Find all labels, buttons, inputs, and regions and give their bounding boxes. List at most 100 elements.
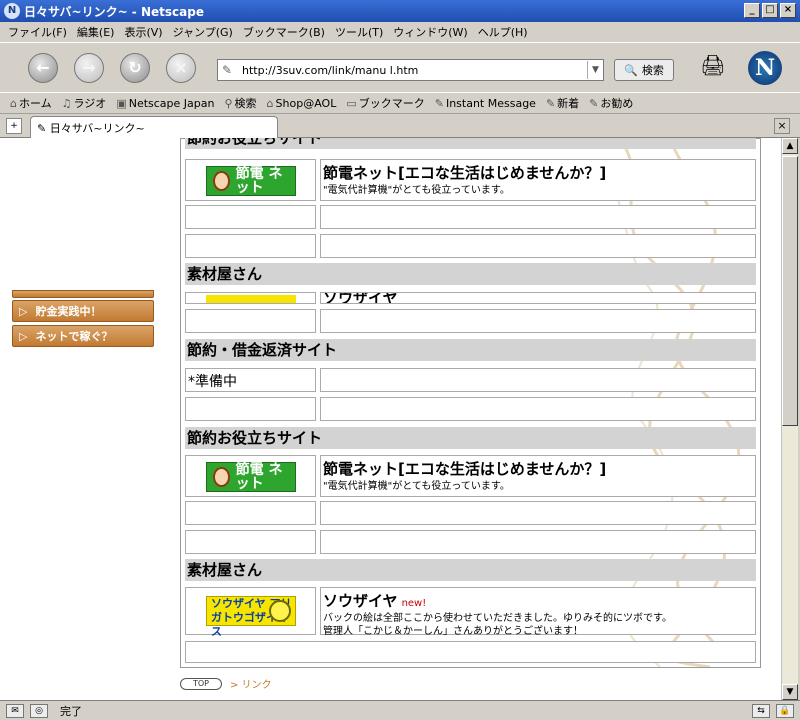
- vertical-scrollbar[interactable]: ▲ ▼: [781, 138, 798, 700]
- side-menu-cut-item[interactable]: [12, 290, 154, 298]
- empty-cell: [320, 368, 756, 392]
- scroll-up-arrow-icon[interactable]: ▲: [782, 138, 798, 154]
- scroll-down-arrow-icon[interactable]: ▼: [782, 684, 798, 700]
- scroll-thumb[interactable]: [782, 156, 798, 426]
- netscape-icon: N: [4, 3, 20, 19]
- souzaiya-partial-info-cell: ソウザイヤ: [320, 292, 756, 304]
- new-badge: new!: [401, 598, 427, 609]
- triangle-icon: ▷: [19, 329, 28, 343]
- forward-button[interactable]: →: [74, 53, 104, 83]
- souzaiya-banner-link[interactable]: ソウザイヤ アリガトウゴザイマス: [206, 596, 296, 638]
- stop-button[interactable]: ×: [166, 53, 196, 83]
- personal-toolbar: ⌂ ホーム ♫ ラジオ ▣ Netscape Japan ⚲ 検索 ⌂ Shop@AOL …: [0, 92, 800, 114]
- souzaiya-partial-title[interactable]: ソウザイヤ: [323, 293, 398, 303]
- link-icon: ✎: [545, 97, 556, 110]
- tab-bar: + ✎ 日々サバ~リンク~ ×: [0, 114, 800, 138]
- setsuden-info-cell: 節電ネット[エコな生活はじめませんか？] "電気代計算機"がとても役立っています…: [320, 159, 756, 201]
- menu-bookmarks[interactable]: ブックマーク(B): [243, 24, 325, 40]
- setsuden-link-title[interactable]: 節電ネット[エコな生活はじめませんか？]: [323, 458, 606, 479]
- status-bar: ✉ ◎ 完了 ⇆ 🔒: [0, 700, 800, 720]
- tab-page-icon: ✎: [37, 122, 50, 135]
- status-right-icons: ⇆ 🔒: [752, 703, 794, 718]
- search-button-label: 検索: [641, 64, 664, 77]
- setsuden-banner-link[interactable]: 節電 ネット: [206, 462, 296, 492]
- link-icon: ✎: [434, 96, 444, 110]
- souzaiya-link-title[interactable]: ソウザイヤ new!: [323, 590, 426, 611]
- souzaiya-partial-banner-cell: [185, 292, 316, 304]
- title-bar: N 日々サバ~リンク~ - Netscape _ □ ×: [0, 0, 800, 22]
- setsuden-banner-link[interactable]: 節電 ネット: [206, 166, 296, 196]
- empty-cell: [320, 309, 756, 333]
- menu-tools[interactable]: ツール(T): [335, 24, 383, 40]
- url-text[interactable]: http://3suv.com/link/manu l.htm: [242, 64, 587, 77]
- souzaiya-info-cell: ソウザイヤ new! バックの絵は全部ここから使わせていただきました。ゆりみそ的に…: [320, 587, 756, 637]
- setsuden-banner-cell: 節電 ネット: [185, 455, 316, 497]
- print-icon[interactable]: 🖨: [697, 53, 729, 81]
- url-bar[interactable]: ✎ http://3suv.com/link/manu l.htm ▼: [217, 59, 604, 81]
- side-menu: ▷ 貯金実践中！ ▷ ネットで稼ぐ？: [12, 290, 154, 350]
- menu-view[interactable]: 表示(V): [124, 24, 162, 40]
- netscape-japan-bookmark[interactable]: ▣ Netscape Japan: [116, 97, 214, 110]
- instant-message-bookmark[interactable]: ✎ Instant Message: [435, 97, 536, 110]
- preparing-cell: *準備中: [185, 368, 316, 392]
- home-icon: ⌂: [10, 97, 17, 110]
- url-dropdown-icon[interactable]: ▼: [587, 61, 603, 79]
- setsuden-description: "電気代計算機"がとても役立っています。: [323, 481, 510, 492]
- menu-edit[interactable]: 編集(E): [77, 24, 115, 40]
- empty-cell: [185, 397, 316, 421]
- souzaiya-partial-banner[interactable]: [206, 295, 296, 303]
- setsuden-banner-cell: 節電 ネット: [185, 159, 316, 201]
- close-tab-button[interactable]: ×: [774, 118, 790, 134]
- side-menu-item-earn[interactable]: ▷ ネットで稼ぐ？: [12, 325, 154, 347]
- preparing-text: *準備中: [188, 374, 237, 390]
- home-bookmark[interactable]: ⌂ ホーム: [10, 95, 52, 111]
- empty-cell: [185, 530, 316, 554]
- search-button[interactable]: 🔍 検索: [614, 59, 674, 81]
- new-bookmark[interactable]: ✎ 新着: [546, 95, 579, 111]
- headphones-icon: ♫: [61, 97, 72, 110]
- setsuden-link-title[interactable]: 節電ネット[エコな生活はじめませんか？]: [323, 162, 606, 183]
- page-content: ▷ 貯金実践中！ ▷ ネットで稼ぐ？ 節約お役立ちサイト 節電 ネット 節電ネッ…: [0, 138, 781, 700]
- search-icon: 🔍: [624, 63, 638, 77]
- tab-current[interactable]: ✎ 日々サバ~リンク~: [30, 116, 278, 138]
- souzaiya-description: バックの絵は全部ここから使わせていただきました。ゆりみそ的にツボです。 管理人「こ…: [323, 613, 672, 637]
- menu-help[interactable]: ヘルプ(H): [478, 24, 528, 40]
- empty-cell: [320, 234, 756, 258]
- menu-window[interactable]: ウィンドウ(W): [393, 24, 467, 40]
- online-icon[interactable]: ◎: [30, 703, 48, 718]
- reload-button[interactable]: ↻: [120, 53, 150, 83]
- menu-file[interactable]: ファイル(F): [8, 24, 67, 40]
- recommend-bookmark[interactable]: ✎ お勧め: [589, 95, 633, 111]
- top-link[interactable]: TOP: [180, 677, 222, 690]
- lock-icon[interactable]: 🔒: [776, 703, 794, 718]
- my-icon: ▣: [116, 96, 127, 110]
- setsuden-description: "電気代計算機"がとても役立っています。: [323, 185, 510, 196]
- new-tab-icon[interactable]: +: [6, 118, 22, 134]
- bookmarks-folder[interactable]: ▭ ブックマーク: [346, 95, 424, 111]
- status-text: 完了: [60, 704, 82, 718]
- empty-cell: [185, 234, 316, 258]
- minimize-button[interactable]: _: [744, 3, 760, 18]
- menu-go[interactable]: ジャンプ(G): [173, 24, 233, 40]
- menu-bar: ファイル(F) 編集(E) 表示(V) ジャンプ(G) ブックマーク(B) ツー…: [0, 22, 800, 42]
- souzaiya-banner-cell: ソウザイヤ アリガトウゴザイマス: [185, 587, 316, 638]
- empty-row-cell: [185, 641, 756, 663]
- triangle-icon: ▷: [19, 304, 28, 318]
- maximize-button[interactable]: □: [762, 3, 778, 18]
- window-controls: _ □ ×: [744, 3, 796, 18]
- search-bookmark[interactable]: ⚲ 検索: [224, 95, 256, 111]
- section-header-useful: 節約お役立ちサイト: [185, 427, 756, 449]
- link-frame: 節約お役立ちサイト 節電 ネット 節電ネット[エコな生活はじめませんか？] "電…: [180, 138, 761, 668]
- empty-cell: [320, 205, 756, 229]
- shop-aol-bookmark[interactable]: ⌂ Shop@AOL: [267, 97, 337, 110]
- radio-bookmark[interactable]: ♫ ラジオ: [62, 95, 107, 111]
- window-title: 日々サバ~リンク~ - Netscape: [24, 4, 204, 19]
- mail-icon[interactable]: ✉: [6, 703, 24, 718]
- close-button[interactable]: ×: [780, 3, 796, 18]
- side-menu-item-savings[interactable]: ▷ 貯金実践中！: [12, 300, 154, 322]
- netscape-logo[interactable]: N: [748, 51, 782, 85]
- link-icon: ✎: [589, 97, 599, 110]
- section-header-debt: 節約・借金返済サイト: [185, 339, 756, 361]
- back-button[interactable]: ←: [28, 53, 58, 83]
- section-header-partial: 節約お役立ちサイト: [185, 138, 756, 149]
